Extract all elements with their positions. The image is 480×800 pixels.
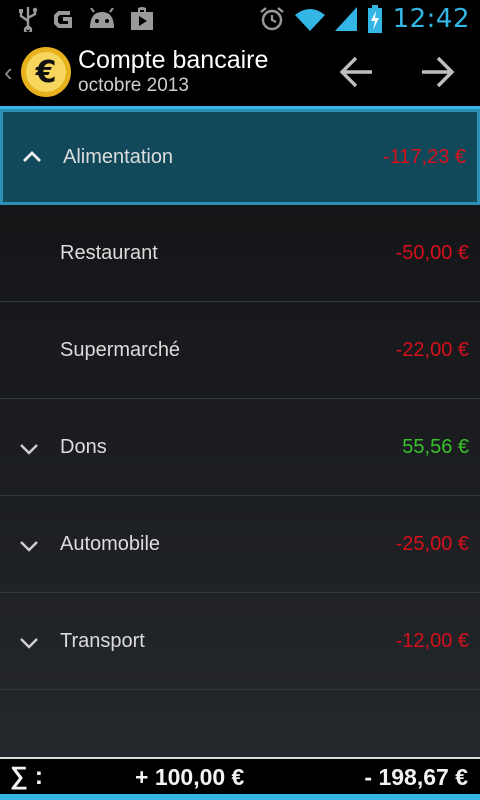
battery-charging-icon <box>367 5 382 33</box>
category-row-alimentation[interactable]: Alimentation -117,23 € <box>0 109 480 205</box>
up-navigation-icon[interactable]: ‹ <box>4 57 18 88</box>
euro-coin-logo[interactable]: € <box>20 46 72 98</box>
category-label: Automobile <box>60 533 161 555</box>
signal-icon <box>334 7 357 31</box>
action-bar: ‹ € Compte bancaire octobre 2013 <box>0 38 480 106</box>
app-title: Compte bancaire <box>78 46 269 74</box>
category-amount: -12,00 € <box>395 630 469 652</box>
system-icons: 12:42 <box>259 4 480 34</box>
subcategory-row-supermarche[interactable]: Supermarché -22,00 € <box>0 303 480 399</box>
wifi-icon <box>294 9 325 31</box>
subcategory-label: Restaurant <box>60 242 158 264</box>
category-label: Transport <box>60 630 145 652</box>
chevron-down-icon[interactable] <box>18 534 40 556</box>
category-list: Alimentation -117,23 € Restaurant -50,00… <box>0 109 480 757</box>
category-row-dons[interactable]: Dons 55,56 € <box>0 400 480 496</box>
category-amount: -117,23 € <box>382 145 466 168</box>
category-label: Alimentation <box>63 145 174 168</box>
arrow-right-icon[interactable] <box>418 53 456 91</box>
subcategory-amount: -22,00 € <box>395 339 469 361</box>
income-total: + 100,00 € <box>135 764 245 790</box>
usb-icon <box>19 7 38 32</box>
category-amount: 55,56 € <box>402 436 469 458</box>
g-icon <box>54 11 72 28</box>
arrow-left-icon[interactable] <box>338 53 376 91</box>
status-bar: 12:42 <box>0 0 480 38</box>
category-amount: -25,00 € <box>395 533 469 555</box>
period-navigation <box>338 53 480 91</box>
chevron-down-icon[interactable] <box>18 631 40 653</box>
expense-total: - 198,67 € <box>364 764 468 790</box>
subcategory-amount: -50,00 € <box>395 242 469 264</box>
period-subtitle: octobre 2013 <box>78 75 189 96</box>
totals-footer: ∑ : + 100,00 € - 198,67 € <box>0 757 480 800</box>
alarm-icon <box>259 7 284 31</box>
notification-icons <box>0 6 154 32</box>
subcategory-label: Supermarché <box>60 339 181 361</box>
title-block: Compte bancaire octobre 2013 <box>78 46 268 98</box>
chevron-down-icon[interactable] <box>18 437 40 459</box>
status-clock: 12:42 <box>392 4 470 34</box>
chevron-up-icon[interactable] <box>21 146 43 168</box>
android-icon <box>90 8 114 28</box>
euro-symbol: € <box>35 55 57 90</box>
category-label: Dons <box>60 436 107 458</box>
play-store-icon <box>131 7 153 30</box>
category-row-transport[interactable]: Transport -12,00 € <box>0 594 480 690</box>
subcategory-row-restaurant[interactable]: Restaurant -50,00 € <box>0 206 480 302</box>
category-row-automobile[interactable]: Automobile -25,00 € <box>0 497 480 593</box>
sigma-label: ∑ : <box>10 762 44 790</box>
footer-accent-bar <box>0 794 480 800</box>
